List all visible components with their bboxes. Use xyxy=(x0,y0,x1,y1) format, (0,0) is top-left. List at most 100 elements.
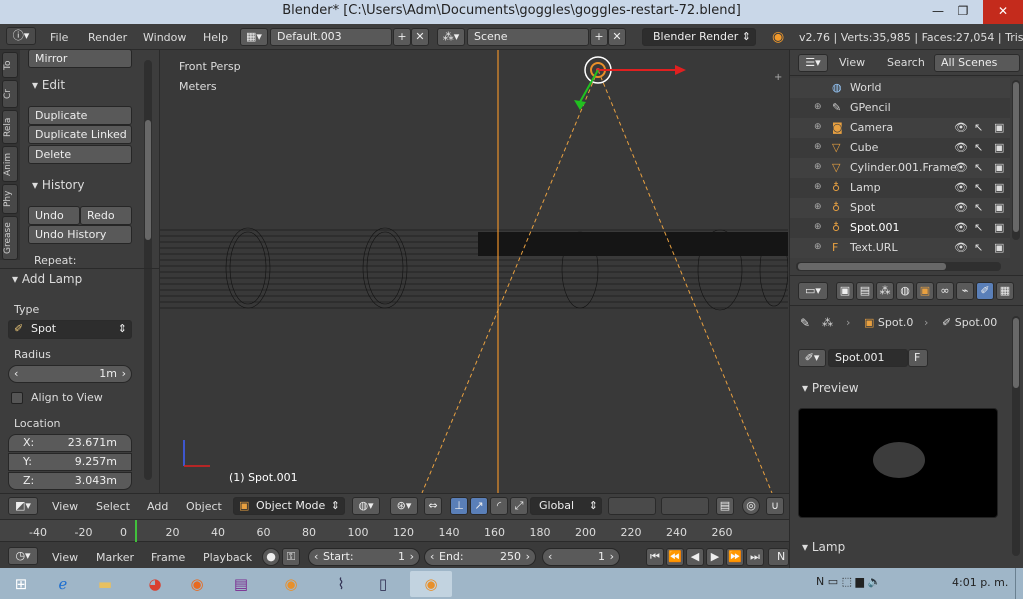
outliner-row[interactable]: ⊕ F Text.URL 👁 ↖ ▣ xyxy=(790,238,1010,258)
translate-icon[interactable]: ↗ xyxy=(470,497,488,515)
close-icon[interactable]: ✕ xyxy=(983,0,1023,24)
properties-vscroll[interactable] xyxy=(1012,316,1020,556)
timeline-editor-icon[interactable]: ◷▾ xyxy=(8,547,38,565)
outliner-item-label[interactable]: GPencil xyxy=(850,101,891,114)
fake-user-button[interactable]: F xyxy=(908,349,928,367)
layers-grid-2[interactable] xyxy=(661,497,709,515)
texture-tab-icon[interactable]: ▦ xyxy=(996,282,1014,300)
info-editor-icon[interactable]: ⓘ▾ xyxy=(6,27,36,45)
current-frame-indicator[interactable] xyxy=(135,520,137,542)
end-frame-field[interactable]: ‹ End: 250 › xyxy=(424,548,536,566)
scene-field[interactable]: Scene xyxy=(467,28,589,46)
outliner-item-label[interactable]: Camera xyxy=(850,121,893,134)
scene-tab-icon[interactable]: ⁂ xyxy=(876,282,894,300)
undo-button[interactable]: Undo xyxy=(28,206,80,225)
render-tab-icon[interactable]: ▣ xyxy=(836,282,854,300)
location-x-field[interactable]: X: 23.671m xyxy=(8,434,132,452)
tab-animation[interactable]: Anim xyxy=(2,146,18,182)
outliner-item-label[interactable]: World xyxy=(850,81,882,94)
select-cursor-icon[interactable]: ↖ xyxy=(974,241,983,254)
expand-icon[interactable]: ⊕ xyxy=(814,122,822,132)
sync-mode-select[interactable]: N xyxy=(768,548,789,566)
breadcrumb-object[interactable]: ▣ Spot.0 xyxy=(864,316,913,329)
lamp-data-tab-icon[interactable]: ✐ xyxy=(976,282,994,300)
visibility-eye-icon[interactable]: 👁 xyxy=(954,201,968,214)
timeline-menu-view[interactable]: View xyxy=(52,551,78,564)
3d-view-editor-icon[interactable]: ◩▾ xyxy=(8,497,38,515)
lamp-panel-header[interactable]: ▾ Lamp xyxy=(802,540,845,554)
record-icon[interactable]: ● xyxy=(262,548,280,566)
orientation-select[interactable]: Global ⇕ xyxy=(530,497,602,515)
transform-manipulator-icon[interactable]: ⊥ xyxy=(450,497,468,515)
select-cursor-icon[interactable]: ↖ xyxy=(974,161,983,174)
tab-relations[interactable]: Rela xyxy=(2,110,18,144)
render-camera-icon[interactable]: ▣ xyxy=(994,141,1004,154)
redo-button[interactable]: Redo xyxy=(80,206,132,225)
toolshelf-scroll-thumb[interactable] xyxy=(145,120,151,240)
outliner-search-menu[interactable]: Search xyxy=(887,56,925,69)
menu-file[interactable]: File xyxy=(50,31,68,44)
outliner-row[interactable]: ⊕ ◙ Camera 👁 ↖ ▣ xyxy=(790,118,1010,138)
render-camera-icon[interactable]: ▣ xyxy=(994,221,1004,234)
mode-select[interactable]: ▣ Object Mode ⇕ xyxy=(233,497,345,515)
select-cursor-icon[interactable]: ↖ xyxy=(974,201,983,214)
restore-icon[interactable]: ❐ xyxy=(948,0,978,24)
internet-explorer-icon[interactable]: ℯ xyxy=(46,571,80,597)
outliner-view-menu[interactable]: View xyxy=(839,56,865,69)
render-camera-icon[interactable]: ▣ xyxy=(994,121,1004,134)
expand-icon[interactable]: ⊕ xyxy=(814,102,822,112)
outliner-row[interactable]: ⊕ ✎ GPencil xyxy=(790,98,1010,118)
render-camera-icon[interactable]: ▣ xyxy=(994,161,1004,174)
outliner-item-label[interactable]: Spot xyxy=(850,201,875,214)
tab-grease-pencil[interactable]: Grease xyxy=(2,216,18,260)
show-desktop-button[interactable] xyxy=(1015,568,1023,599)
timeline-menu-frame[interactable]: Frame xyxy=(151,551,185,564)
outliner-vscroll[interactable] xyxy=(1012,80,1020,240)
visibility-eye-icon[interactable]: 👁 xyxy=(954,181,968,194)
tab-create[interactable]: Cr xyxy=(2,80,18,108)
outliner-filter-select[interactable]: All Scenes xyxy=(934,54,1020,72)
proportional-edit-icon[interactable]: ◎ xyxy=(742,497,760,515)
notepad-icon[interactable]: ▯ xyxy=(366,571,400,597)
mirror-button[interactable]: Mirror xyxy=(28,49,132,68)
timeline-menu-marker[interactable]: Marker xyxy=(96,551,134,564)
menu-view[interactable]: View xyxy=(52,500,78,513)
select-cursor-icon[interactable]: ↖ xyxy=(974,221,983,234)
outliner-item-label[interactable]: Cylinder.001.Frame xyxy=(850,161,957,174)
3d-viewport[interactable]: Front Persp Meters (1) Spot.001 + xyxy=(160,50,788,493)
render-layers-tab-icon[interactable]: ▤ xyxy=(856,282,874,300)
outliner-row[interactable]: ⊕ ♁ Spot 👁 ↖ ▣ xyxy=(790,198,1010,218)
outliner-row[interactable]: ⊕ ▽ Cube 👁 ↖ ▣ xyxy=(790,138,1010,158)
visibility-eye-icon[interactable]: 👁 xyxy=(954,141,968,154)
jump-start-icon[interactable]: ⏮ xyxy=(646,548,664,566)
visibility-eye-icon[interactable]: 👁 xyxy=(954,221,968,234)
lamp-datablock-browse-icon[interactable]: ✐▾ xyxy=(798,349,826,367)
expand-icon[interactable]: ⊕ xyxy=(814,222,822,232)
jump-end-icon[interactable]: ⏭ xyxy=(746,548,764,566)
expand-icon[interactable]: ⊕ xyxy=(814,182,822,192)
properties-editor-icon[interactable]: ▭▾ xyxy=(798,282,828,300)
expand-icon[interactable]: ⊕ xyxy=(814,162,822,172)
object-tab-icon[interactable]: ▣ xyxy=(916,282,934,300)
start-frame-field[interactable]: ‹ Start: 1 › xyxy=(308,548,420,566)
menu-help[interactable]: Help xyxy=(203,31,228,44)
onenote-icon[interactable]: ▤ xyxy=(224,571,258,597)
duplicate-linked-button[interactable]: Duplicate Linked xyxy=(28,125,132,144)
undo-history-button[interactable]: Undo History xyxy=(28,225,132,244)
menu-window[interactable]: Window xyxy=(143,31,186,44)
menu-render[interactable]: Render xyxy=(88,31,127,44)
scene-browse-icon[interactable]: ⁂▾ xyxy=(437,28,465,46)
select-cursor-icon[interactable]: ↖ xyxy=(974,181,983,194)
select-cursor-icon[interactable]: ↖ xyxy=(974,121,983,134)
current-frame-field[interactable]: ‹ 1 › xyxy=(542,548,620,566)
render-camera-icon[interactable]: ▣ xyxy=(994,181,1004,194)
properties-tabs[interactable]: ▣ ▤ ⁂ ◍ ▣ ∞ ⌁ ✐ ▦ xyxy=(836,282,1014,300)
pivot-point-icon[interactable]: ⊛▾ xyxy=(390,497,418,515)
visibility-eye-icon[interactable]: 👁 xyxy=(954,241,968,254)
add-lamp-header[interactable]: ▾ Add Lamp xyxy=(12,272,82,286)
viewport-shading-icon[interactable]: ◍▾ xyxy=(352,497,380,515)
breadcrumb-lamp[interactable]: ✐ Spot.00 xyxy=(942,316,997,329)
timeline-ruler[interactable]: -40 -20 0 20 40 60 80 100 120 140 160 180 200 220 240 2… xyxy=(0,520,789,542)
world-tab-icon[interactable]: ◍ xyxy=(896,282,914,300)
scene-remove-icon[interactable]: ✕ xyxy=(608,28,626,46)
